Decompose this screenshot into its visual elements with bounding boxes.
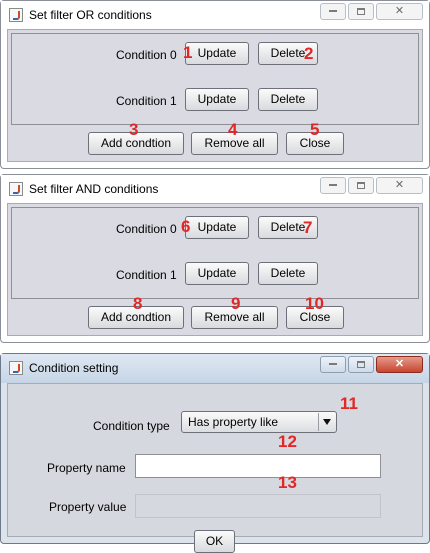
minimize-button[interactable] xyxy=(320,356,346,373)
condition-type-value: Has property like xyxy=(188,415,279,429)
java-cup-icon xyxy=(9,361,23,375)
minimize-button[interactable] xyxy=(320,3,346,20)
close-window-button[interactable]: ✕ xyxy=(376,3,423,20)
chevron-down-icon[interactable] xyxy=(318,413,335,431)
and-conditions-window: Set filter AND conditions ✕ Condition 0 … xyxy=(0,174,430,343)
ok-button[interactable]: OK xyxy=(194,530,235,553)
update-condition-0-button[interactable]: Update xyxy=(185,42,249,65)
conditions-panel: Condition 0 Update Delete Condition 1 Up… xyxy=(11,33,419,125)
or-conditions-window: Set filter OR conditions ✕ Condition 0 U… xyxy=(0,0,430,169)
maximize-icon xyxy=(357,181,365,189)
annotation-number: 13 xyxy=(278,473,297,492)
condition-setting-window: Condition setting ✕ Condition type Has p… xyxy=(0,353,430,553)
annotation-number: 3 xyxy=(129,120,139,139)
window-content: Condition 0 Update Delete Condition 1 Up… xyxy=(7,203,423,336)
property-name-label: Property name xyxy=(47,461,126,475)
annotation-number: 6 xyxy=(181,217,191,236)
annotation-number: 9 xyxy=(231,294,241,313)
conditions-panel: Condition 0 Update Delete Condition 1 Up… xyxy=(11,207,419,299)
window-title: Condition setting xyxy=(29,361,119,375)
condition-label: Condition 0 xyxy=(116,48,177,62)
maximize-button[interactable] xyxy=(348,177,374,194)
close-window-button[interactable]: ✕ xyxy=(376,356,423,373)
annotation-number: 7 xyxy=(303,218,313,237)
condition-label: Condition 1 xyxy=(116,268,177,282)
title-bar[interactable]: Set filter OR conditions ✕ xyxy=(1,1,429,29)
title-bar[interactable]: Set filter AND conditions ✕ xyxy=(1,175,429,203)
annotation-number: 10 xyxy=(305,294,324,313)
condition-type-label: Condition type xyxy=(93,419,170,433)
annotation-number: 12 xyxy=(278,432,297,451)
minimize-icon xyxy=(329,10,337,13)
window-title: Set filter AND conditions xyxy=(29,182,159,196)
annotation-number: 11 xyxy=(340,394,358,413)
java-cup-icon xyxy=(9,8,23,22)
property-name-field[interactable] xyxy=(135,454,381,478)
window-content: Condition 0 Update Delete Condition 1 Up… xyxy=(7,29,423,162)
close-icon: ✕ xyxy=(394,179,405,191)
window-content: Condition type Has property like Propert… xyxy=(7,383,423,553)
minimize-button[interactable] xyxy=(320,177,346,194)
title-bar[interactable]: Condition setting ✕ xyxy=(1,354,429,383)
maximize-icon xyxy=(357,360,365,368)
java-cup-icon xyxy=(9,182,23,196)
annotation-number: 2 xyxy=(304,44,314,63)
delete-condition-1-button[interactable]: Delete xyxy=(258,88,318,111)
maximize-button[interactable] xyxy=(348,3,374,20)
condition-type-select[interactable]: Has property like xyxy=(181,411,337,433)
annotation-number: 1 xyxy=(183,43,193,62)
window-title: Set filter OR conditions xyxy=(29,8,152,22)
close-icon: ✕ xyxy=(394,358,405,370)
delete-condition-1-button[interactable]: Delete xyxy=(258,262,318,285)
minimize-icon xyxy=(329,184,337,187)
close-icon: ✕ xyxy=(394,5,405,17)
property-value-label: Property value xyxy=(49,500,127,514)
maximize-icon xyxy=(357,7,365,15)
condition-label: Condition 1 xyxy=(116,94,177,108)
close-window-button[interactable]: ✕ xyxy=(376,177,423,194)
maximize-button[interactable] xyxy=(348,356,374,373)
annotation-number: 5 xyxy=(310,120,320,139)
update-condition-1-button[interactable]: Update xyxy=(185,88,249,111)
update-condition-0-button[interactable]: Update xyxy=(185,216,249,239)
minimize-icon xyxy=(329,363,337,366)
property-value-field xyxy=(135,494,381,518)
annotation-number: 8 xyxy=(133,294,143,313)
update-condition-1-button[interactable]: Update xyxy=(185,262,249,285)
condition-label: Condition 0 xyxy=(116,222,177,236)
annotation-number: 4 xyxy=(228,120,238,139)
